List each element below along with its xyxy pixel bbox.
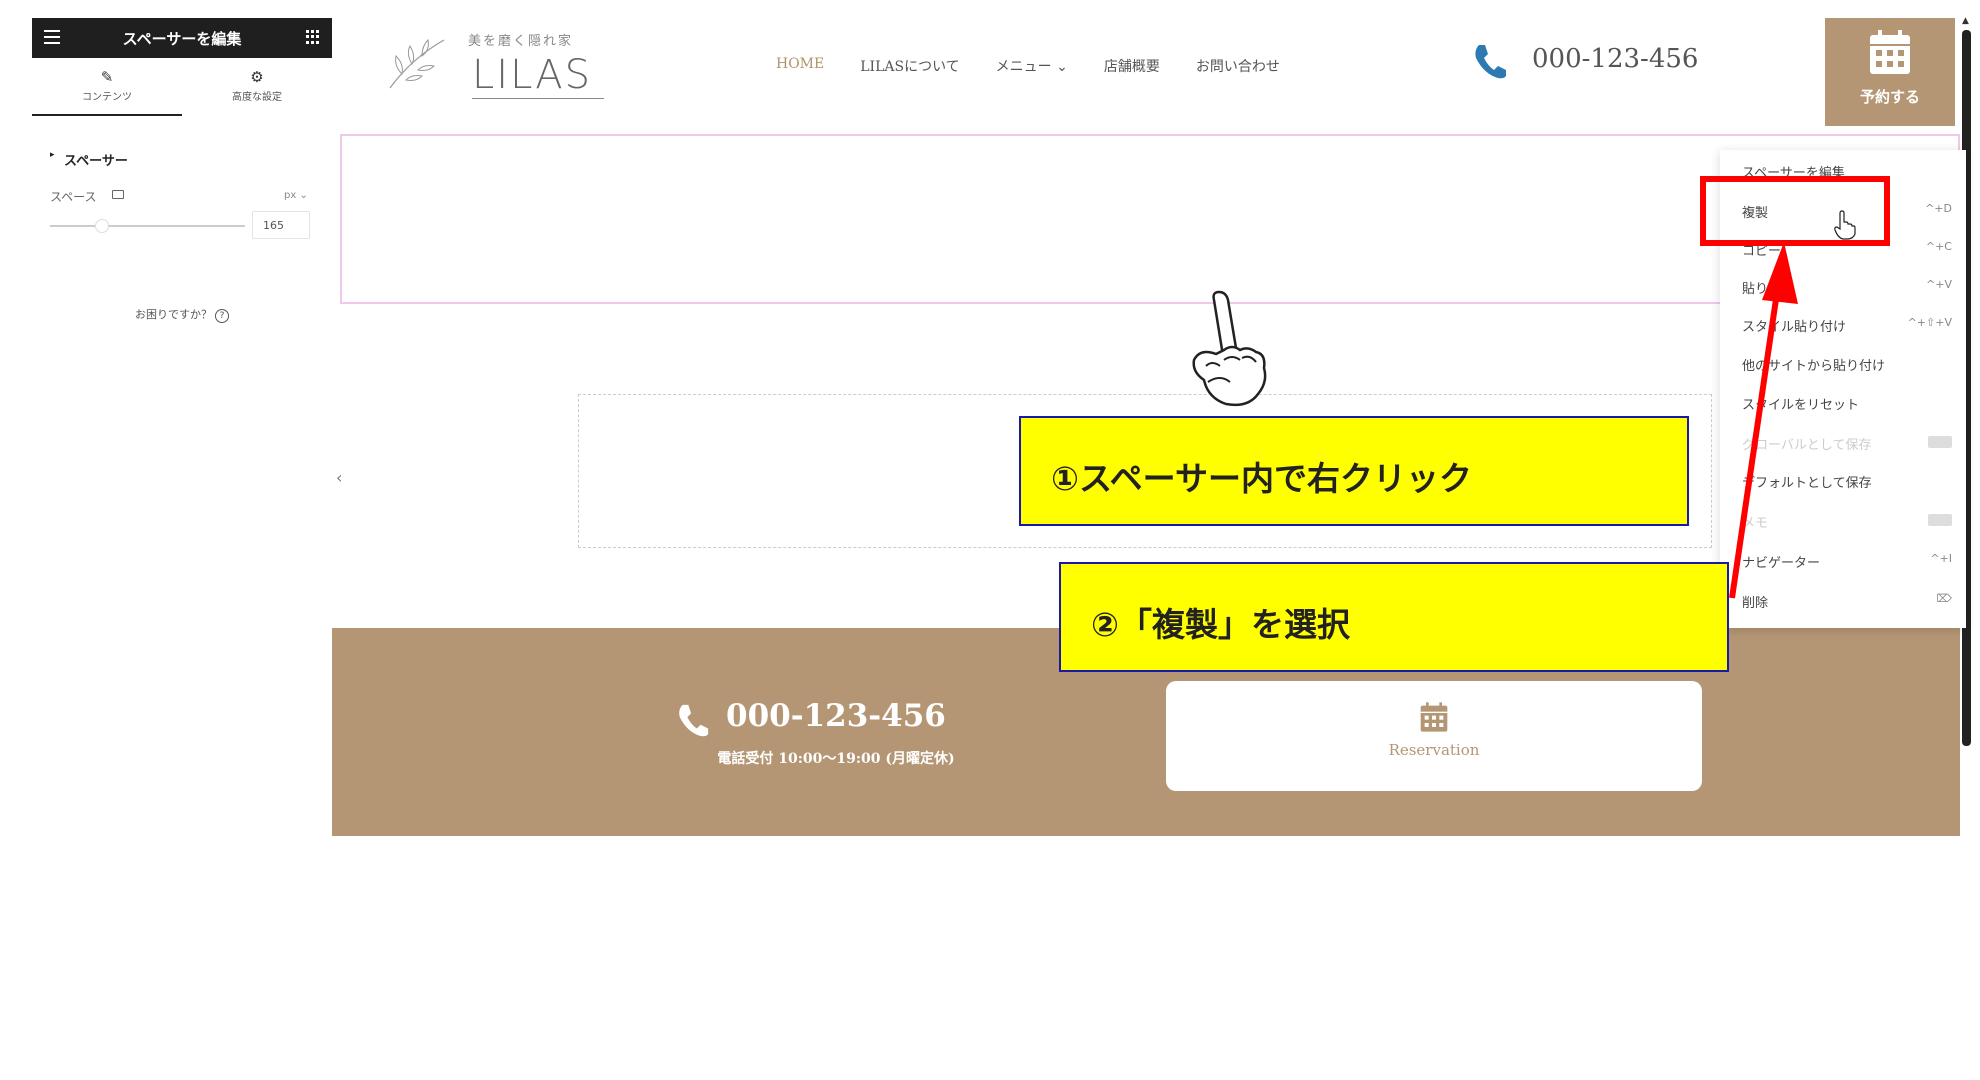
hamburger-menu-icon[interactable] — [44, 30, 60, 44]
leaf-logo-icon — [389, 38, 445, 89]
section-title[interactable]: スペーサー — [64, 150, 128, 169]
reservation-card[interactable]: Reservation — [1166, 681, 1702, 791]
tab-content[interactable]: ✎ コンテンツ — [32, 66, 182, 116]
main-nav: HOME LILASについて メニュー ⌄ 店舗概要 お問い合わせ — [776, 56, 1316, 76]
red-arrow — [1729, 242, 1798, 599]
space-label: スペース — [50, 190, 97, 204]
question-icon: ? — [215, 309, 229, 323]
desktop-icon[interactable] — [112, 190, 124, 199]
nav-shop-info[interactable]: 店舗概要 — [1104, 56, 1160, 76]
tab-advanced-label: 高度な設定 — [232, 92, 282, 103]
header-phone-number[interactable]: 000-123-456 — [1532, 44, 1698, 74]
space-input[interactable]: 165 — [252, 211, 310, 239]
reserve-button[interactable]: 予約する — [1825, 18, 1955, 126]
step2-callout: ②「複製」を選択 — [1059, 562, 1729, 672]
tab-advanced[interactable]: ⚙ 高度な設定 — [182, 66, 332, 116]
panel-header: スペーサーを編集 — [32, 18, 332, 58]
help-text: お困りですか？ — [135, 308, 212, 321]
menu-item-shortcut: ^+V — [1926, 278, 1952, 291]
reserve-label: 予約する — [1859, 88, 1920, 106]
tab-content-label: コンテンツ — [82, 92, 132, 103]
footer-calendar-icon — [1420, 702, 1448, 732]
slider-handle[interactable] — [96, 220, 108, 232]
nav-home[interactable]: HOME — [776, 56, 824, 76]
pencil-icon: ✎ — [100, 68, 114, 86]
gear-icon: ⚙ — [250, 68, 264, 86]
elementor-panel: スペーサーを編集 ✎ コンテンツ ⚙ 高度な設定 ▸ スペーサー スペース px… — [0, 0, 332, 836]
reservation-label: Reservation — [1388, 741, 1480, 759]
help-link[interactable]: お困りですか？? — [0, 306, 364, 323]
menu-item-shortcut: ^+C — [1925, 240, 1952, 253]
scroll-up-icon[interactable]: ▲ — [1962, 16, 1969, 26]
nav-contact[interactable]: お問い合わせ — [1196, 56, 1280, 76]
panel-title: スペーサーを編集 — [122, 29, 242, 48]
widgets-grid-icon[interactable] — [306, 30, 320, 44]
pointing-hand-icon — [1192, 290, 1267, 407]
footer-phone-icon — [679, 704, 709, 737]
phone-icon — [1475, 45, 1506, 79]
collapse-panel-icon[interactable]: ‹ — [336, 468, 342, 487]
calendar-icon — [1870, 30, 1910, 74]
pro-badge — [1928, 436, 1952, 448]
caret-right-icon[interactable]: ▸ — [50, 150, 55, 160]
nav-about[interactable]: LILASについて — [860, 56, 959, 76]
unit-select[interactable]: px ⌄ — [284, 190, 308, 201]
nav-menu[interactable]: メニュー ⌄ — [996, 56, 1068, 76]
step1-callout: ①スペーサー内で右クリック — [1019, 416, 1689, 526]
menu-item-shortcut: ⌦ — [1936, 592, 1952, 605]
menu-item-shortcut: ^+⇧+V — [1907, 316, 1952, 329]
logo-tagline: 美を磨く隠れ家 — [468, 34, 574, 49]
logo-underline — [472, 98, 604, 99]
menu-item-shortcut: ^+D — [1925, 202, 1952, 215]
pro-badge — [1928, 514, 1952, 526]
hand-cursor-icon — [1834, 210, 1856, 240]
footer-phone-number[interactable]: 000-123-456 — [726, 698, 946, 734]
logo-name[interactable]: LILAS — [472, 52, 592, 98]
footer-hours: 電話受付 10:00〜19:00 (月曜定休) — [717, 751, 955, 767]
menu-item-shortcut: ^+I — [1930, 552, 1952, 565]
space-slider[interactable] — [50, 225, 245, 227]
